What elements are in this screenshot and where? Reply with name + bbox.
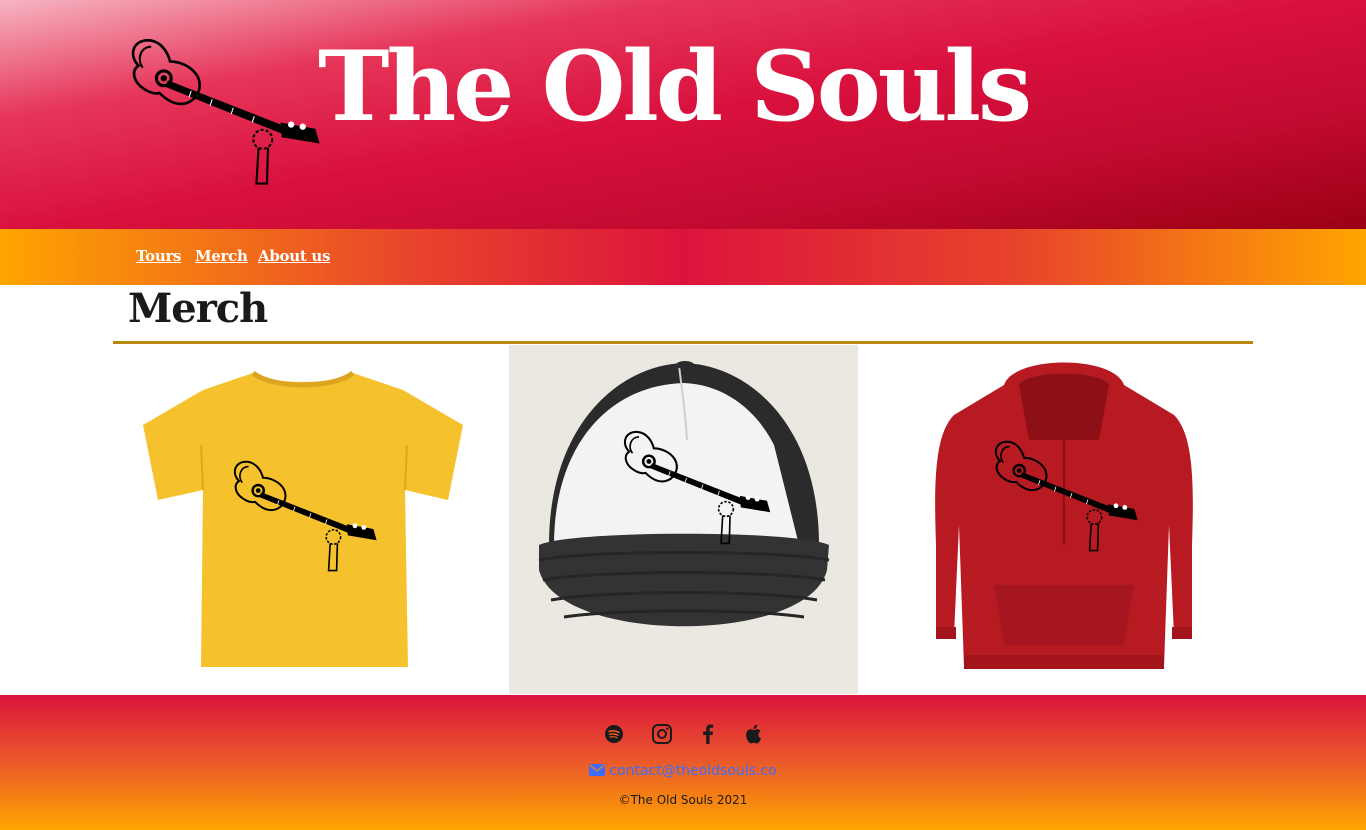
site-header: The Old Souls [0, 0, 1366, 229]
page-title: Merch [128, 285, 268, 332]
main-nav: Tours Merch About us [0, 229, 1366, 285]
title-divider [113, 341, 1253, 344]
spotify-icon[interactable] [602, 722, 626, 746]
facebook-icon[interactable] [696, 722, 720, 746]
apple-icon[interactable] [741, 722, 765, 746]
site-title[interactable]: The Old Souls [318, 34, 1032, 140]
instagram-icon[interactable] [650, 722, 674, 746]
contact-email[interactable]: contact@theoldsouls.co [0, 763, 1366, 779]
guitar-icon[interactable] [128, 28, 328, 198]
nav-item-tours[interactable]: Tours [136, 247, 182, 265]
envelope-icon [589, 764, 606, 776]
product-tshirt[interactable] [113, 345, 493, 694]
nav-item-about-us[interactable]: About us [258, 247, 330, 265]
product-hoodie[interactable] [874, 345, 1253, 694]
copyright-text: ©The Old Souls 2021 [618, 793, 748, 807]
product-trucker-hat[interactable] [509, 345, 858, 694]
contact-email-link[interactable]: contact@theoldsouls.co [609, 763, 776, 779]
nav-item-merch[interactable]: Merch [195, 247, 248, 265]
